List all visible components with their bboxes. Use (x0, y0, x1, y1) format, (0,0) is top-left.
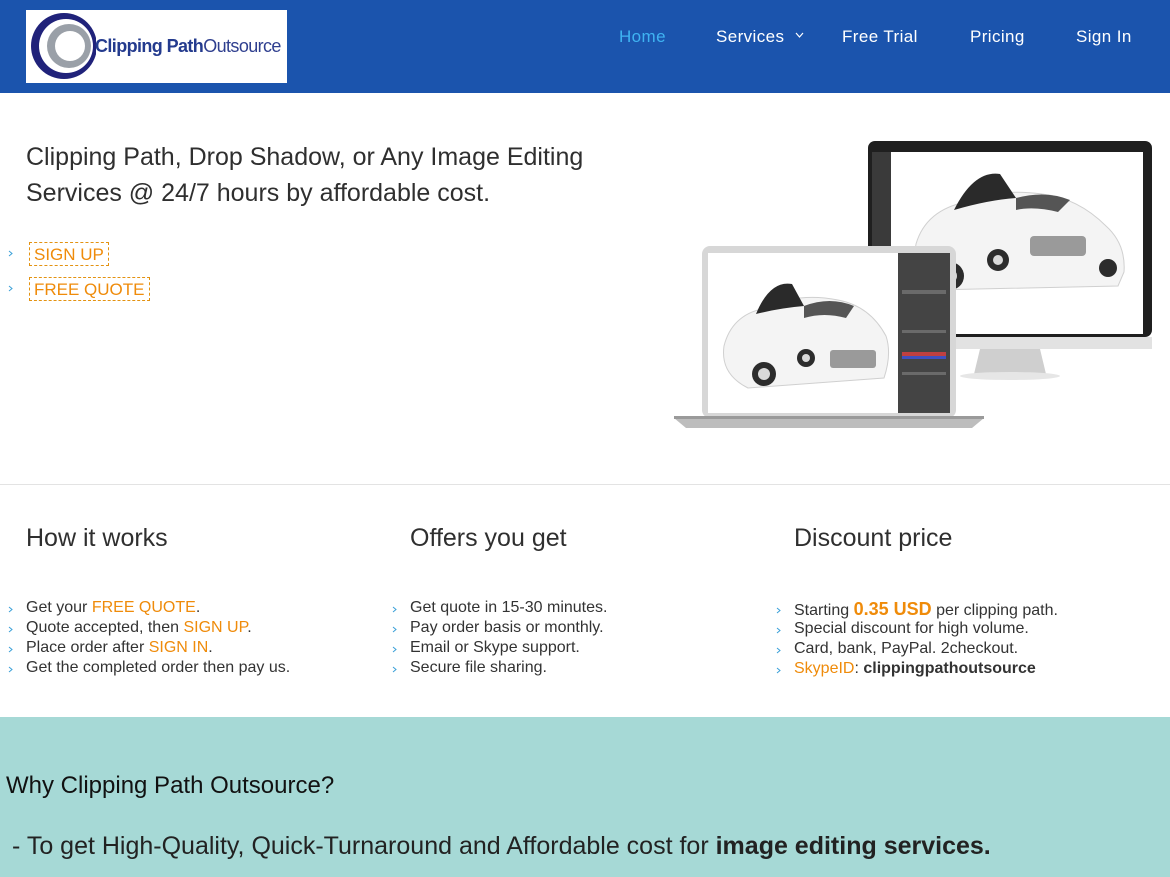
list-item-text: Quote accepted, then (26, 619, 184, 636)
list-item-text: Pay order basis or monthly. (410, 619, 604, 636)
signup-link[interactable]: SIGN UP (29, 242, 109, 266)
offers-list: Get quote in 15-30 minutes. Pay order ba… (384, 598, 764, 678)
signup-inline-link[interactable]: SIGN UP (183, 619, 247, 636)
list-item: Secure file sharing. (384, 658, 764, 678)
how-it-works-list: Get your FREE QUOTE. Quote accepted, the… (0, 598, 380, 678)
nav-services[interactable]: Services (716, 27, 784, 47)
list-item: Quote accepted, then SIGN UP. (0, 618, 380, 638)
why-text: - To get High-Quality, Quick-Turnaround … (12, 832, 991, 861)
price-value: 0.35 USD (853, 599, 932, 619)
why-text-main: - To get High-Quality, Quick-Turnaround … (12, 832, 716, 860)
hero-title: Clipping Path, Drop Shadow, or Any Image… (26, 143, 584, 207)
bullet-arrow-icon (392, 646, 397, 653)
list-item: Get the completed order then pay us. (0, 658, 380, 678)
list-item-text: . (208, 639, 213, 656)
devices-illustration (674, 141, 1152, 428)
list-item-text: Card, bank, PayPal. 2checkout. (794, 640, 1019, 657)
list-item-text: Place order after (26, 639, 149, 656)
logo-wordmark: Clipping PathOutsource (95, 36, 281, 57)
list-item-text: per clipping path. (931, 602, 1058, 619)
list-item-text: Email or Skype support. (410, 639, 580, 656)
list-item-text: Get the completed order then pay us. (26, 659, 291, 676)
bullet-arrow-icon (776, 607, 781, 614)
offers-column: Offers you get Get quote in 15-30 minute… (384, 522, 764, 678)
how-it-works-title: How it works (26, 524, 168, 552)
bullet-arrow-icon (8, 626, 13, 633)
list-item-text: . (195, 599, 201, 616)
list-item: Email or Skype support. (384, 638, 764, 658)
bullet-arrow-icon (8, 646, 13, 653)
bullet-arrow-icon (8, 285, 13, 292)
nav-pricing[interactable]: Pricing (970, 27, 1025, 47)
site-logo[interactable]: Clipping PathOutsource (26, 10, 287, 83)
discount-list: Starting 0.35 USD per clipping path. Spe… (768, 599, 1148, 679)
list-item: Special discount for high volume. (768, 619, 1148, 639)
nav-free-trial[interactable]: Free Trial (842, 27, 918, 47)
discount-column: Discount price Starting 0.35 USD per cli… (768, 522, 1148, 679)
site-header: Clipping PathOutsource Home Services Fre… (0, 0, 1170, 93)
bullet-arrow-icon (776, 667, 781, 674)
chevron-down-icon[interactable] (795, 30, 804, 40)
list-item-text: Special discount for high volume. (794, 620, 1029, 637)
nav-sign-in[interactable]: Sign In (1076, 27, 1132, 47)
bullet-arrow-icon (8, 606, 13, 613)
nav-home[interactable]: Home (619, 27, 666, 47)
skype-id-value: clippingpathoutsource (863, 660, 1036, 677)
free-quote-link[interactable]: FREE QUOTE (29, 277, 150, 301)
why-section: Why Clipping Path Outsource? - To get Hi… (0, 717, 1170, 877)
section-divider (0, 484, 1170, 485)
bullet-arrow-icon (392, 626, 397, 633)
offers-title: Offers you get (410, 524, 567, 552)
list-item: SkypeID: clippingpathoutsource (768, 659, 1148, 679)
list-item-text: Starting (794, 602, 854, 619)
signin-inline-link[interactable]: SIGN IN (149, 639, 209, 656)
why-title: Why Clipping Path Outsource? (6, 772, 335, 799)
bullet-arrow-icon (392, 666, 397, 673)
how-it-works-column: How it works Get your FREE QUOTE. Quote … (0, 522, 380, 678)
list-item: Card, bank, PayPal. 2checkout. (768, 639, 1148, 659)
logo-text-bold: Clipping Path (95, 36, 204, 56)
list-item-text: Secure file sharing. (410, 659, 547, 676)
bullet-arrow-icon (392, 606, 397, 613)
list-item-text: Get quote in 15-30 minutes. (410, 599, 608, 616)
list-item-text: Get your (26, 599, 92, 616)
list-item-text: . (247, 619, 252, 636)
bullet-arrow-icon (8, 666, 13, 673)
bullet-arrow-icon (8, 250, 13, 257)
discount-title: Discount price (794, 524, 953, 552)
free-quote-inline-link[interactable]: FREE QUOTE (92, 599, 196, 616)
list-item: Starting 0.35 USD per clipping path. (768, 599, 1148, 619)
list-item: Get your FREE QUOTE. (0, 598, 380, 618)
logo-text-light: Outsource (203, 36, 281, 56)
list-item: Get quote in 15-30 minutes. (384, 598, 764, 618)
list-item: Place order after SIGN IN. (0, 638, 380, 658)
skype-id-link[interactable]: SkypeID (794, 660, 854, 677)
logo-mark-icon (31, 13, 96, 79)
bullet-arrow-icon (776, 627, 781, 634)
why-text-bold: image editing services. (715, 832, 991, 860)
bullet-arrow-icon (776, 647, 781, 654)
list-item: Pay order basis or monthly. (384, 618, 764, 638)
